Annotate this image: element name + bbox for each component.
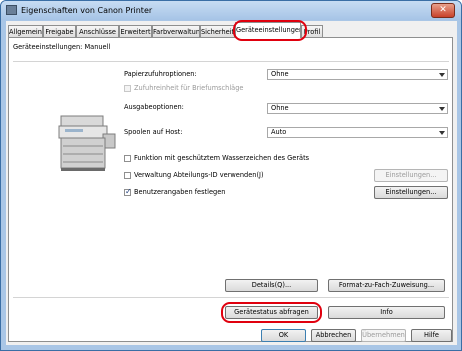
help-button[interactable]: Hilfe: [411, 329, 452, 342]
cancel-button[interactable]: Abbrechen: [311, 329, 356, 342]
dept-id-checkbox[interactable]: [124, 172, 131, 179]
dialog-client: Allgemein Freigabe Anschlüsse Erweitert …: [6, 20, 457, 345]
details-button[interactable]: Details(Q)...: [225, 279, 318, 292]
tab-bar: Allgemein Freigabe Anschlüsse Erweitert …: [8, 20, 453, 41]
device-settings-page: Geräteeinstellungen: Manuell Papierzufuh…: [8, 37, 453, 342]
watermark-label: Funktion mit geschütztem Wasserzeichen d…: [134, 154, 310, 162]
envelope-feeder-checkbox[interactable]: [124, 85, 131, 92]
properties-window: Eigenschaften von Canon Printer ✕ Allgem…: [0, 0, 462, 351]
user-info-label: Benutzerangaben festlegen: [134, 188, 226, 196]
output-options-value: Ohne: [271, 104, 289, 112]
output-options-label: Ausgabeoptionen:: [124, 103, 184, 111]
tab-profile[interactable]: Profil: [301, 25, 323, 37]
chevron-down-icon: [439, 73, 445, 77]
paper-source-select[interactable]: Ohne: [267, 69, 448, 80]
tab-security[interactable]: Sicherheit: [200, 25, 235, 37]
paper-source-value: Ohne: [271, 70, 289, 78]
tab-advanced[interactable]: Erweitert: [119, 25, 152, 37]
settings-mode-label: Geräteeinstellungen: Manuell: [13, 43, 111, 51]
tab-color-management[interactable]: Farbverwaltung: [152, 25, 200, 37]
spool-select[interactable]: Auto: [267, 127, 448, 138]
printer-image: [58, 115, 116, 171]
chevron-down-icon: [439, 107, 445, 111]
title-bar: Eigenschaften von Canon Printer ✕: [1, 1, 461, 20]
close-button[interactable]: ✕: [431, 3, 455, 18]
spool-label: Spoolen auf Host:: [124, 128, 183, 136]
user-info-settings-button[interactable]: Einstellungen...: [374, 186, 448, 199]
chevron-down-icon: [439, 131, 445, 135]
window-title: Eigenschaften von Canon Printer: [21, 6, 153, 15]
dept-id-label: Verwaltung Abteilungs-ID verwenden(J): [134, 171, 264, 179]
tab-ports[interactable]: Anschlüsse: [76, 25, 119, 37]
separator: [13, 297, 449, 298]
tab-device-settings[interactable]: Geräteeinstellungen: [235, 22, 301, 38]
apply-button[interactable]: Übernehmen: [361, 329, 406, 342]
paper-source-label: Papierzufuhroptionen:: [124, 70, 197, 78]
output-options-select[interactable]: Ohne: [267, 103, 448, 114]
separator: [13, 61, 449, 62]
printer-icon: [6, 5, 17, 15]
tab-sharing[interactable]: Freigabe: [43, 25, 76, 37]
watermark-checkbox[interactable]: [124, 155, 131, 162]
ok-button[interactable]: OK: [261, 329, 306, 342]
form-to-tray-button[interactable]: Format-zu-Fach-Zuweisung...: [328, 279, 445, 292]
get-device-status-button[interactable]: Gerätestatus abfragen: [225, 306, 318, 319]
envelope-feeder-label: Zufuhreinheit für Briefumschläge: [134, 84, 244, 92]
info-button[interactable]: Info: [328, 306, 445, 319]
spool-value: Auto: [271, 128, 287, 136]
user-info-checkbox[interactable]: [124, 187, 132, 196]
dept-id-settings-button[interactable]: Einstellungen...: [374, 169, 448, 182]
tab-general[interactable]: Allgemein: [8, 25, 43, 37]
